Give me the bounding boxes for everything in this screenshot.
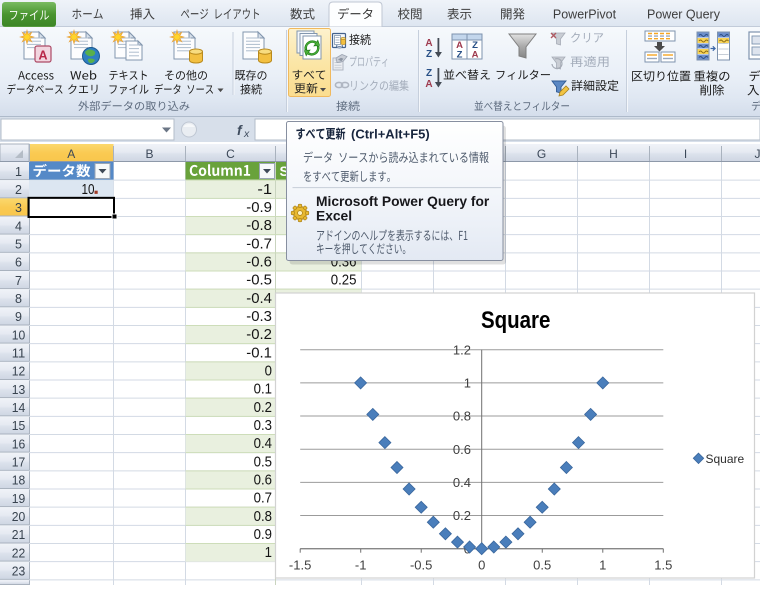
svg-text:11: 11 (12, 346, 26, 360)
svg-text:C: C (226, 147, 235, 161)
svg-text:1.2: 1.2 (453, 342, 471, 357)
svg-text:12: 12 (12, 365, 26, 379)
svg-text:0.8: 0.8 (453, 409, 471, 424)
svg-text:2: 2 (15, 183, 22, 197)
svg-text:-0.3: -0.3 (246, 308, 272, 325)
svg-text:Square: Square (706, 452, 745, 466)
svg-text:1: 1 (15, 165, 22, 179)
svg-text:8: 8 (15, 292, 22, 306)
svg-text:1.5: 1.5 (654, 558, 672, 573)
svg-text:0.3: 0.3 (254, 417, 272, 434)
svg-text:-0.2: -0.2 (246, 326, 272, 343)
svg-text:10: 10 (12, 328, 26, 342)
svg-text:17: 17 (12, 455, 26, 469)
svg-text:G: G (537, 147, 546, 161)
svg-text:-1.5: -1.5 (289, 558, 311, 573)
svg-text:0.7: 0.7 (254, 490, 272, 507)
svg-text:Excel: Excel (316, 209, 352, 224)
svg-text:-0.5: -0.5 (246, 272, 272, 289)
svg-text:0.5: 0.5 (254, 453, 272, 470)
svg-text:13: 13 (12, 383, 26, 397)
svg-text:-0.1: -0.1 (246, 344, 272, 361)
svg-text:A: A (38, 49, 47, 63)
svg-text:23: 23 (12, 564, 26, 578)
svg-text:9: 9 (15, 310, 22, 324)
svg-text:Z: Z (426, 68, 432, 79)
svg-text:Z: Z (426, 49, 432, 60)
svg-text:4: 4 (15, 219, 22, 233)
svg-text:-0.6: -0.6 (246, 253, 272, 270)
svg-text:Microsoft Power Query for: Microsoft Power Query for (316, 194, 490, 209)
svg-text:0.4: 0.4 (254, 435, 272, 452)
svg-text:0.2: 0.2 (453, 508, 471, 523)
svg-text:A: A (425, 38, 432, 49)
svg-text:5: 5 (15, 237, 22, 251)
svg-text:-1: -1 (355, 558, 367, 573)
svg-text:I: I (684, 147, 687, 161)
svg-text:0.5: 0.5 (533, 558, 551, 573)
svg-text:-0.8: -0.8 (246, 217, 272, 234)
svg-text:0.4: 0.4 (453, 475, 471, 490)
svg-text:18: 18 (12, 474, 26, 488)
svg-text:0: 0 (265, 362, 272, 379)
svg-text:21: 21 (12, 528, 26, 542)
svg-text:Power Query: Power Query (647, 8, 721, 22)
svg-text:Square: Square (481, 307, 551, 334)
svg-text:0.8: 0.8 (254, 508, 272, 525)
svg-text:B: B (145, 147, 153, 161)
svg-text:A: A (472, 50, 479, 61)
svg-text:0.6: 0.6 (453, 442, 471, 457)
svg-text:-0.5: -0.5 (410, 558, 432, 573)
svg-text:10: 10 (82, 181, 95, 198)
svg-text:16: 16 (12, 437, 26, 451)
svg-text:-1: -1 (257, 181, 272, 198)
svg-text:Z: Z (457, 50, 463, 61)
svg-text:1: 1 (464, 376, 471, 391)
svg-text:1: 1 (599, 558, 606, 573)
svg-text:PowerPivot: PowerPivot (553, 8, 617, 22)
svg-text:H: H (609, 147, 618, 161)
svg-text:-0.9: -0.9 (246, 199, 272, 216)
svg-text:19: 19 (12, 492, 26, 506)
svg-text:(Ctrl+Alt+F5): (Ctrl+Alt+F5) (351, 127, 430, 142)
svg-text:A: A (67, 147, 75, 161)
svg-text:-0.7: -0.7 (246, 235, 272, 252)
svg-text:0.2: 0.2 (254, 399, 272, 416)
svg-text:14: 14 (12, 401, 26, 415)
svg-text:6: 6 (15, 256, 22, 270)
svg-text:0.6: 0.6 (254, 471, 272, 488)
svg-text:20: 20 (12, 510, 26, 524)
svg-text:0.9: 0.9 (254, 526, 272, 543)
svg-text:1: 1 (265, 544, 272, 561)
svg-text:15: 15 (12, 419, 26, 433)
svg-text:3: 3 (15, 201, 22, 215)
svg-text:J: J (755, 147, 760, 161)
svg-text:7: 7 (15, 274, 22, 288)
svg-text:0.1: 0.1 (254, 381, 272, 398)
svg-text:x: x (243, 128, 250, 140)
svg-text:-0.4: -0.4 (246, 290, 272, 307)
svg-text:0: 0 (478, 558, 485, 573)
svg-text:22: 22 (12, 546, 26, 560)
svg-text:A: A (425, 79, 432, 90)
svg-text:0.25: 0.25 (331, 272, 357, 289)
